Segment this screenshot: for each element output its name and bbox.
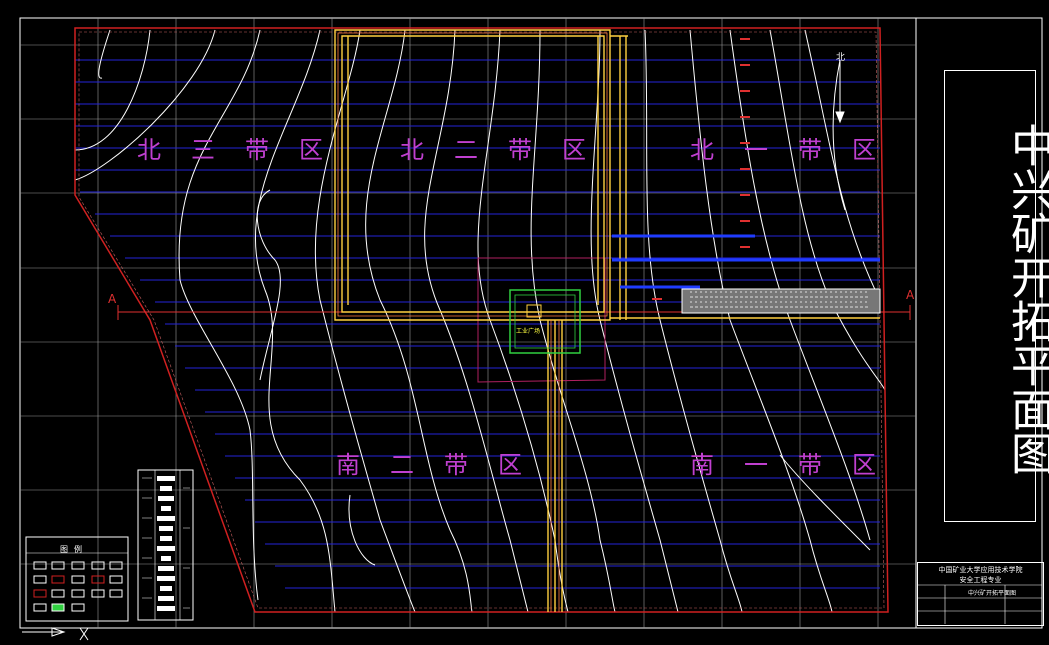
industrial-plant-label: 工业广场: [516, 328, 541, 335]
zone-label-nan-er: 南二带区: [336, 451, 552, 479]
title-block-school-line2: 安全工程专业: [959, 576, 1002, 584]
legend-title: 图例: [60, 545, 88, 554]
title-block-school-line1: 中国矿业大学应用技术学院: [938, 566, 1023, 574]
roadways-main: [334, 29, 880, 612]
contour-lines: [74, 29, 886, 613]
origin-marker-icon: [22, 627, 89, 641]
zone-label-bei-yi: 北一带区: [690, 136, 906, 164]
mine-plan-drawing: [19, 17, 1043, 641]
title-panel: 中兴矿开拓平面图: [944, 70, 1049, 522]
zone-label-bei-er: 北二带区: [400, 136, 616, 164]
roadways-secondary: [337, 32, 608, 612]
industrial-square-outer: [509, 289, 581, 354]
zone-label-nan-yi: 南一带区: [690, 451, 906, 479]
north-label: 北: [836, 53, 846, 63]
title-block-school: 中国矿业大学应用技术学院 安全工程专业: [918, 565, 1043, 585]
stratigraphic-column: [137, 469, 194, 621]
title-block: 中国矿业大学应用技术学院 安全工程专业 中兴矿开拓平面图: [917, 562, 1044, 626]
drawing-title: 中兴矿开拓平面图: [1003, 123, 1049, 475]
legend-symbols: [33, 561, 123, 612]
section-label-right: A: [906, 288, 915, 302]
gob-area: [681, 288, 881, 314]
title-block-drawing-name: 中兴矿开拓平面图: [968, 590, 1017, 597]
section-label-left: A: [108, 292, 117, 306]
outer-frame: [19, 17, 1043, 629]
coordinate-grid: [20, 18, 916, 628]
north-arrow-icon: [835, 60, 845, 124]
zone-label-bei-san: 北三带区: [137, 136, 353, 164]
